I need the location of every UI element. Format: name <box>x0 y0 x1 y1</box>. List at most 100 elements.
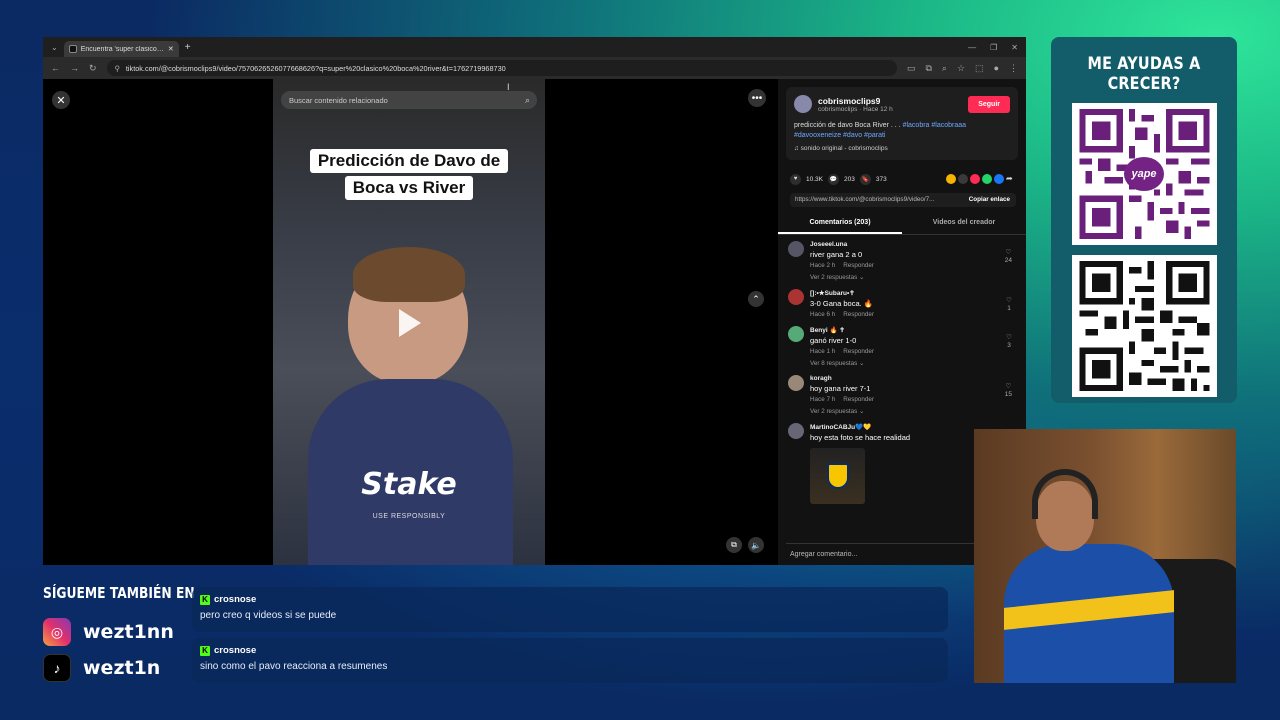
minimize-icon[interactable]: — <box>968 43 976 52</box>
tiktok-favicon-icon <box>68 45 77 53</box>
tab-bar: ⌄ Encuentra 'super clasico boca ✕ + — ❐ … <box>43 37 1026 57</box>
reply-button[interactable]: Responder <box>843 262 874 269</box>
bookmark-star-icon[interactable]: ☆ <box>957 63 965 74</box>
related-search-input[interactable]: Buscar contenido relacionado ⌕ <box>281 91 537 109</box>
comment-icon[interactable]: 💬 <box>828 173 839 185</box>
comment-avatar[interactable] <box>788 422 804 439</box>
share-arrow-icon[interactable]: ➦ <box>1006 174 1016 184</box>
heart-icon: ♡ <box>1005 248 1012 256</box>
video-link-text: https://www.tiktok.com/@cobrismoclips9/v… <box>795 196 935 204</box>
video-person-hair <box>353 247 465 302</box>
volume-button[interactable]: 🔈 <box>748 537 764 553</box>
pip-button[interactable]: ⧉ <box>726 537 742 553</box>
author-avatar[interactable] <box>794 95 812 113</box>
sound-link[interactable]: ♫ sonido original - cobrismoclips <box>794 145 1010 152</box>
qr-pattern-second <box>1079 261 1209 391</box>
volume-icon: 🔈 <box>751 540 761 550</box>
close-tab-icon[interactable]: ✕ <box>168 45 174 53</box>
heart-icon: ♡ <box>1006 333 1012 341</box>
comment-like[interactable]: ♡ 15 <box>1005 383 1012 400</box>
reply-button[interactable]: Responder <box>843 396 874 403</box>
comment-user[interactable]: Benyi 🔥 ✝ <box>810 326 874 334</box>
kick-icon: K <box>200 645 210 656</box>
description-text: predicción de davo Boca River . . . <box>794 122 901 129</box>
chat-user: crosnose <box>214 594 257 605</box>
comment-like-count: 24 <box>1004 257 1012 265</box>
comment-time: Hace 7 h <box>810 395 836 403</box>
comment-text: ganó river 1-0 <box>810 335 857 345</box>
close-window-icon[interactable]: ✕ <box>1011 43 1018 52</box>
whatsapp-share-icon[interactable] <box>982 174 992 185</box>
tiktok-handle: wezt1n <box>83 657 161 679</box>
webcam-feed <box>974 429 1236 683</box>
comment-avatar[interactable] <box>788 374 804 391</box>
comment-avatar[interactable] <box>788 325 804 342</box>
pip-icon: ⧉ <box>731 540 737 549</box>
forward-icon[interactable]: → <box>70 63 79 73</box>
menu-kebab-icon[interactable]: ⋮ <box>1009 63 1018 74</box>
video-caption: Predicción de Davo de Boca vs River <box>273 149 545 203</box>
comment-avatar[interactable] <box>788 288 804 305</box>
reply-button[interactable]: Responder <box>843 311 874 318</box>
new-tab-icon[interactable]: + <box>185 42 191 53</box>
tiktok-share-icon[interactable] <box>970 174 980 185</box>
kick-icon: K <box>200 594 210 605</box>
video-link-field[interactable]: https://www.tiktok.com/@cobrismoclips9/v… <box>790 192 1016 207</box>
comment-like[interactable]: ♡ 1 <box>1006 297 1012 314</box>
comment-user[interactable]: []:•★Subaru•✝ <box>810 289 874 297</box>
chat-text: pero creo q videos si se puede <box>200 610 337 621</box>
reload-icon[interactable]: ↻ <box>89 63 97 74</box>
comment-user[interactable]: Joseeel.una <box>810 241 874 248</box>
instagram-icon: ◎ <box>43 618 71 646</box>
url-text: tiktok.com/@cobrismoclips9/video/7570626… <box>125 63 506 73</box>
site-info-icon[interactable]: ⚲ <box>115 64 120 73</box>
embed-share-icon[interactable] <box>946 174 956 185</box>
follow-button[interactable]: Seguir <box>968 95 1010 113</box>
like-icon[interactable]: ♥ <box>790 173 801 185</box>
comment-like-count: 15 <box>1004 391 1012 399</box>
close-video-button[interactable]: ✕ <box>52 91 70 109</box>
tab-comments[interactable]: Comentarios (203) <box>778 213 902 234</box>
video-player[interactable]: Buscar contenido relacionado ⌕ Predicció… <box>273 79 545 565</box>
search-icon[interactable]: ⌕ <box>525 95 530 106</box>
restore-icon[interactable]: ❐ <box>990 43 997 52</box>
view-replies-button[interactable]: Ver 8 respuestas ⌄ <box>810 360 874 367</box>
author-username[interactable]: cobrismoclips9 <box>818 96 893 106</box>
chevron-up-icon: ⌃ <box>752 293 760 304</box>
comment-avatar[interactable] <box>788 240 804 257</box>
url-field[interactable]: ⚲ tiktok.com/@cobrismoclips9/video/75706… <box>106 60 897 76</box>
friends-share-icon[interactable] <box>958 174 968 185</box>
related-search-placeholder: Buscar contenido relacionado <box>289 95 388 105</box>
tab-list-icon[interactable]: ⌄ <box>51 43 58 52</box>
comment-user[interactable]: MartinoCABJu💙💛 <box>810 423 910 431</box>
browser-tab[interactable]: Encuentra 'super clasico boca ✕ <box>63 41 179 57</box>
chat-message: Kcrosnose pero creo q videos si se puede <box>192 587 948 632</box>
copy-link-button[interactable]: Copiar enlace <box>969 196 1016 203</box>
view-replies-button[interactable]: Ver 2 respuestas ⌄ <box>810 274 874 281</box>
cast-icon[interactable]: ▭ <box>907 63 916 74</box>
comment-time: Hace 6 h <box>810 310 836 318</box>
facebook-share-icon[interactable] <box>994 174 1004 185</box>
play-icon[interactable] <box>399 309 421 337</box>
tab-creator-videos[interactable]: Videos del creador <box>902 213 1026 234</box>
back-icon[interactable]: ← <box>51 63 60 73</box>
previous-video-button[interactable]: ⌃ <box>748 291 764 307</box>
comment-item: Joseeel.una river gana 2 a 0 Hace 2 h Res… <box>788 240 1016 281</box>
chat-user: crosnose <box>214 645 257 656</box>
translate-icon[interactable]: ⧉ <box>925 63 931 74</box>
extensions-icon[interactable]: ⬚ <box>975 63 984 74</box>
like-count: 10.3K <box>806 175 823 183</box>
reply-button[interactable]: Responder <box>843 348 874 355</box>
zoom-icon[interactable]: ⌕ <box>942 63 947 74</box>
comment-user[interactable]: koragh <box>810 375 874 382</box>
save-icon[interactable]: 🔖 <box>859 173 871 185</box>
webcam-headphones <box>1032 469 1098 519</box>
view-replies-button[interactable]: Ver 2 respuestas ⌄ <box>810 408 874 415</box>
profile-icon[interactable]: ● <box>994 63 999 73</box>
author-subline: cobrismoclips · Hace 12 h <box>818 105 893 113</box>
more-options-button[interactable]: ••• <box>748 89 766 107</box>
sponsor-logo: Stake <box>361 467 457 502</box>
comment-image[interactable] <box>810 447 865 504</box>
comment-like[interactable]: ♡ 24 <box>1005 249 1012 266</box>
comment-like[interactable]: ♡ 3 <box>1006 334 1012 351</box>
